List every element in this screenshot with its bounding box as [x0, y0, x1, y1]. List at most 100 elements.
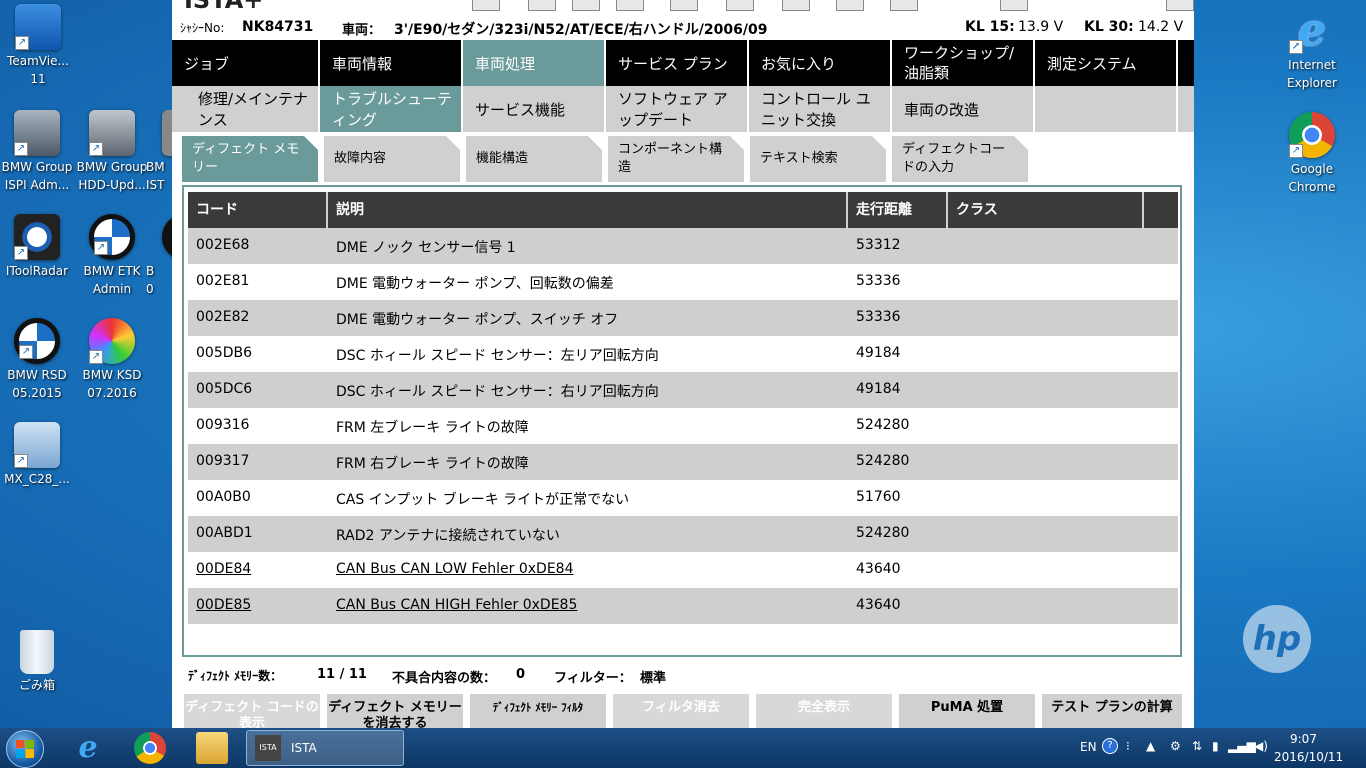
cell-desc[interactable]: CAN Bus CAN HIGH Fehler 0xDE85 — [336, 597, 577, 613]
menu-workshop[interactable]: ワークショップ/ 油脂類 — [892, 40, 1035, 86]
help-icon[interactable]: ? — [1102, 738, 1118, 754]
table-row[interactable]: 009317 FRM 右ブレーキ ライトの故障 524280 — [188, 444, 1178, 480]
desktop-icon-bmw-etk[interactable]: ↗ BMW ETK Admin — [70, 214, 154, 298]
cell-mileage: 53336 — [856, 273, 901, 289]
desktop-icon-bmw-ksd[interactable]: ↗ BMW KSD 07.2016 — [70, 318, 154, 402]
desktop-icon-bmw[interactable]: B 0 — [146, 214, 172, 298]
table-row[interactable]: 002E81 DME 電動ウォーター ポンプ、回転数の偏差 53336 — [188, 264, 1178, 300]
connect-icon[interactable] — [782, 0, 810, 11]
clear-defect-memory-button[interactable]: ディフェクト メモリーを消去する — [327, 694, 463, 728]
tab-defect-memory[interactable]: ディフェクト メモリー — [182, 136, 318, 182]
bmw-rsd-icon: ↗ — [14, 318, 60, 364]
volume-icon[interactable]: ◀) — [1254, 739, 1268, 753]
vehicle-value: 3'/E90/セダン/323i/N52/AT/ECE/右ハンドル/2006/09 — [394, 22, 768, 38]
vehicle-label: 車両： — [342, 23, 382, 38]
menu-favorites[interactable]: お気に入り — [749, 40, 892, 86]
desktop-icon-internet-explorer[interactable]: e ↗ Internet Explorer — [1270, 8, 1354, 92]
forward-icon[interactable] — [616, 0, 644, 11]
cell-code[interactable]: 00DE85 — [196, 597, 251, 613]
clear-filter-button[interactable]: フィルタ消去 — [613, 694, 749, 728]
desktop-icon-recycle-bin[interactable]: ごみ箱 — [0, 630, 79, 694]
clock-time[interactable]: 9:07 — [1290, 732, 1317, 746]
cell-code: 009317 — [196, 453, 250, 469]
col-mileage[interactable]: 走行距離 — [848, 192, 948, 228]
menu-jobs[interactable]: ジョブ — [172, 40, 320, 86]
submenu-service-functions[interactable]: サービス機能 — [463, 86, 606, 132]
table-row[interactable]: 00A0B0 CAS インプット ブレーキ ライトが正常でない 51760 — [188, 480, 1178, 516]
tab-fault-content[interactable]: 故障内容 — [324, 136, 460, 182]
desktop-icon-bmw-rsd[interactable]: ↗ BMW RSD 05.2015 — [0, 318, 79, 402]
table-row[interactable]: 005DC6 DSC ホィール スピード センサー：右リア回転方向 49184 — [188, 372, 1178, 408]
desktop-icon-chrome[interactable]: ↗ Google Chrome — [1270, 112, 1354, 196]
desktop-icon-ista[interactable]: BM IST — [146, 110, 172, 194]
menu-measurement[interactable]: 測定システム — [1035, 40, 1178, 86]
battery-icon[interactable]: ▮ — [1212, 739, 1219, 753]
submenu-vehicle-modification[interactable]: 車両の改造 — [892, 86, 1035, 132]
taskbar-ista-task[interactable]: ISTA ISTA — [246, 730, 404, 766]
tool-icon[interactable] — [670, 0, 698, 11]
test-plan-button[interactable]: テスト プランの計算 — [1042, 694, 1182, 728]
desktop-icon-teamviewer[interactable]: ↗ TeamVie... 11 — [0, 4, 80, 88]
network-icon[interactable]: ⇅ — [1192, 739, 1202, 753]
folder-icon[interactable] — [196, 732, 228, 764]
hdd-update-icon: ↗ — [89, 110, 135, 156]
cell-code: 002E81 — [196, 273, 250, 289]
cell-code[interactable]: 00DE84 — [196, 561, 251, 577]
internet-explorer-icon[interactable]: e — [72, 732, 104, 764]
table-row[interactable]: 00DE84 CAN Bus CAN LOW Fehler 0xDE84 43640 — [188, 552, 1178, 588]
full-display-button[interactable]: 完全表示 — [756, 694, 892, 728]
signal-icon[interactable]: ▂▄▆ — [1228, 739, 1256, 753]
col-class[interactable]: クラス — [948, 192, 1144, 228]
tab-defect-code-input[interactable]: ディフェクトコードの入力 — [892, 136, 1028, 182]
submenu-repair[interactable]: 修理/メインテナンス — [172, 86, 320, 132]
tab-text-search[interactable]: テキスト検索 — [750, 136, 886, 182]
copy-icon[interactable] — [572, 0, 600, 11]
cell-code: 005DB6 — [196, 345, 253, 361]
puma-button[interactable]: PuMA 処置 — [899, 694, 1035, 728]
start-button[interactable] — [6, 730, 44, 768]
desktop-icon-mx-c28[interactable]: ↗ MX_C28_... — [0, 422, 79, 488]
menu-vehicle-processing[interactable]: 車両処理 — [463, 40, 606, 86]
table-row[interactable]: 002E82 DME 電動ウォーター ポンプ、スイッチ オフ 53336 — [188, 300, 1178, 336]
tray-expand-icon[interactable]: ▲ — [1146, 739, 1155, 753]
table-row[interactable]: 00DE85 CAN Bus CAN HIGH Fehler 0xDE85 4364… — [188, 588, 1178, 624]
cell-desc[interactable]: CAN Bus CAN LOW Fehler 0xDE84 — [336, 561, 574, 577]
air-icon[interactable] — [1000, 0, 1028, 11]
desktop-icon-ispi-admin[interactable]: ↗ BMW Group ISPI Adm... — [0, 110, 79, 194]
usb-icon[interactable]: ⚙ — [1170, 739, 1181, 753]
main-menu: ジョブ 車両情報 車両処理 サービス プラン お気に入り ワークショップ/ 油脂… — [172, 40, 1194, 86]
defect-memory-filter-button[interactable]: ﾃﾞｨﾌｪｸﾄ ﾒﾓﾘｰ ﾌｨﾙﾀ — [470, 694, 606, 728]
submenu-ecu-replacement[interactable]: コントロール ユニット交換 — [749, 86, 892, 132]
table-row[interactable]: 005DB6 DSC ホィール スピード センサー：左リア回転方向 49184 — [188, 336, 1178, 372]
menu-service-plan[interactable]: サービス プラン — [606, 40, 749, 86]
chrome-icon[interactable] — [134, 732, 166, 764]
col-code[interactable]: コード — [188, 192, 328, 228]
close-icon[interactable] — [1166, 0, 1194, 11]
tab-component-structure[interactable]: コンポーネント構造 — [608, 136, 744, 182]
submenu-software-update[interactable]: ソフトウェア アップデート — [606, 86, 749, 132]
col-description[interactable]: 説明 — [328, 192, 848, 228]
desktop-icon-hdd-update[interactable]: ↗ BMW Group HDD-Upd... — [70, 110, 154, 194]
menu-vehicle-info[interactable]: 車両情報 — [320, 40, 463, 86]
cell-code: 005DC6 — [196, 381, 253, 397]
table-row[interactable]: 009316 FRM 左ブレーキ ライトの故障 524280 — [188, 408, 1178, 444]
back-icon[interactable] — [528, 0, 556, 11]
itoolradar-icon: ↗ — [14, 214, 60, 260]
language-indicator[interactable]: EN — [1080, 740, 1097, 754]
clock-date[interactable]: 2016/10/11 — [1274, 750, 1343, 764]
cell-code: 002E82 — [196, 309, 250, 325]
window-icon[interactable] — [836, 0, 864, 11]
print-icon[interactable] — [890, 0, 918, 11]
table-row[interactable]: 00ABD1 RAD2 アンテナに接続されていない 524280 — [188, 516, 1178, 552]
cell-desc: DSC ホィール スピード センサー：左リア回転方向 — [336, 348, 659, 364]
home-icon[interactable] — [472, 0, 500, 11]
icon-label: Chrome — [1288, 180, 1336, 194]
table-row[interactable]: 002E68 DME ノック センサー信号 1 53312 — [188, 228, 1178, 264]
refresh-icon[interactable] — [726, 0, 754, 11]
show-defect-code-button[interactable]: ディフェクト コードの表示 — [184, 694, 320, 728]
tab-function-structure[interactable]: 機能構造 — [466, 136, 602, 182]
kl15-value: 13.9 V — [1018, 19, 1064, 35]
desktop-icon-itoolradar[interactable]: ↗ IToolRadar — [0, 214, 79, 280]
ime-icon[interactable]: ⁝ — [1126, 739, 1130, 753]
submenu-troubleshooting[interactable]: トラブルシューティング — [320, 86, 463, 132]
